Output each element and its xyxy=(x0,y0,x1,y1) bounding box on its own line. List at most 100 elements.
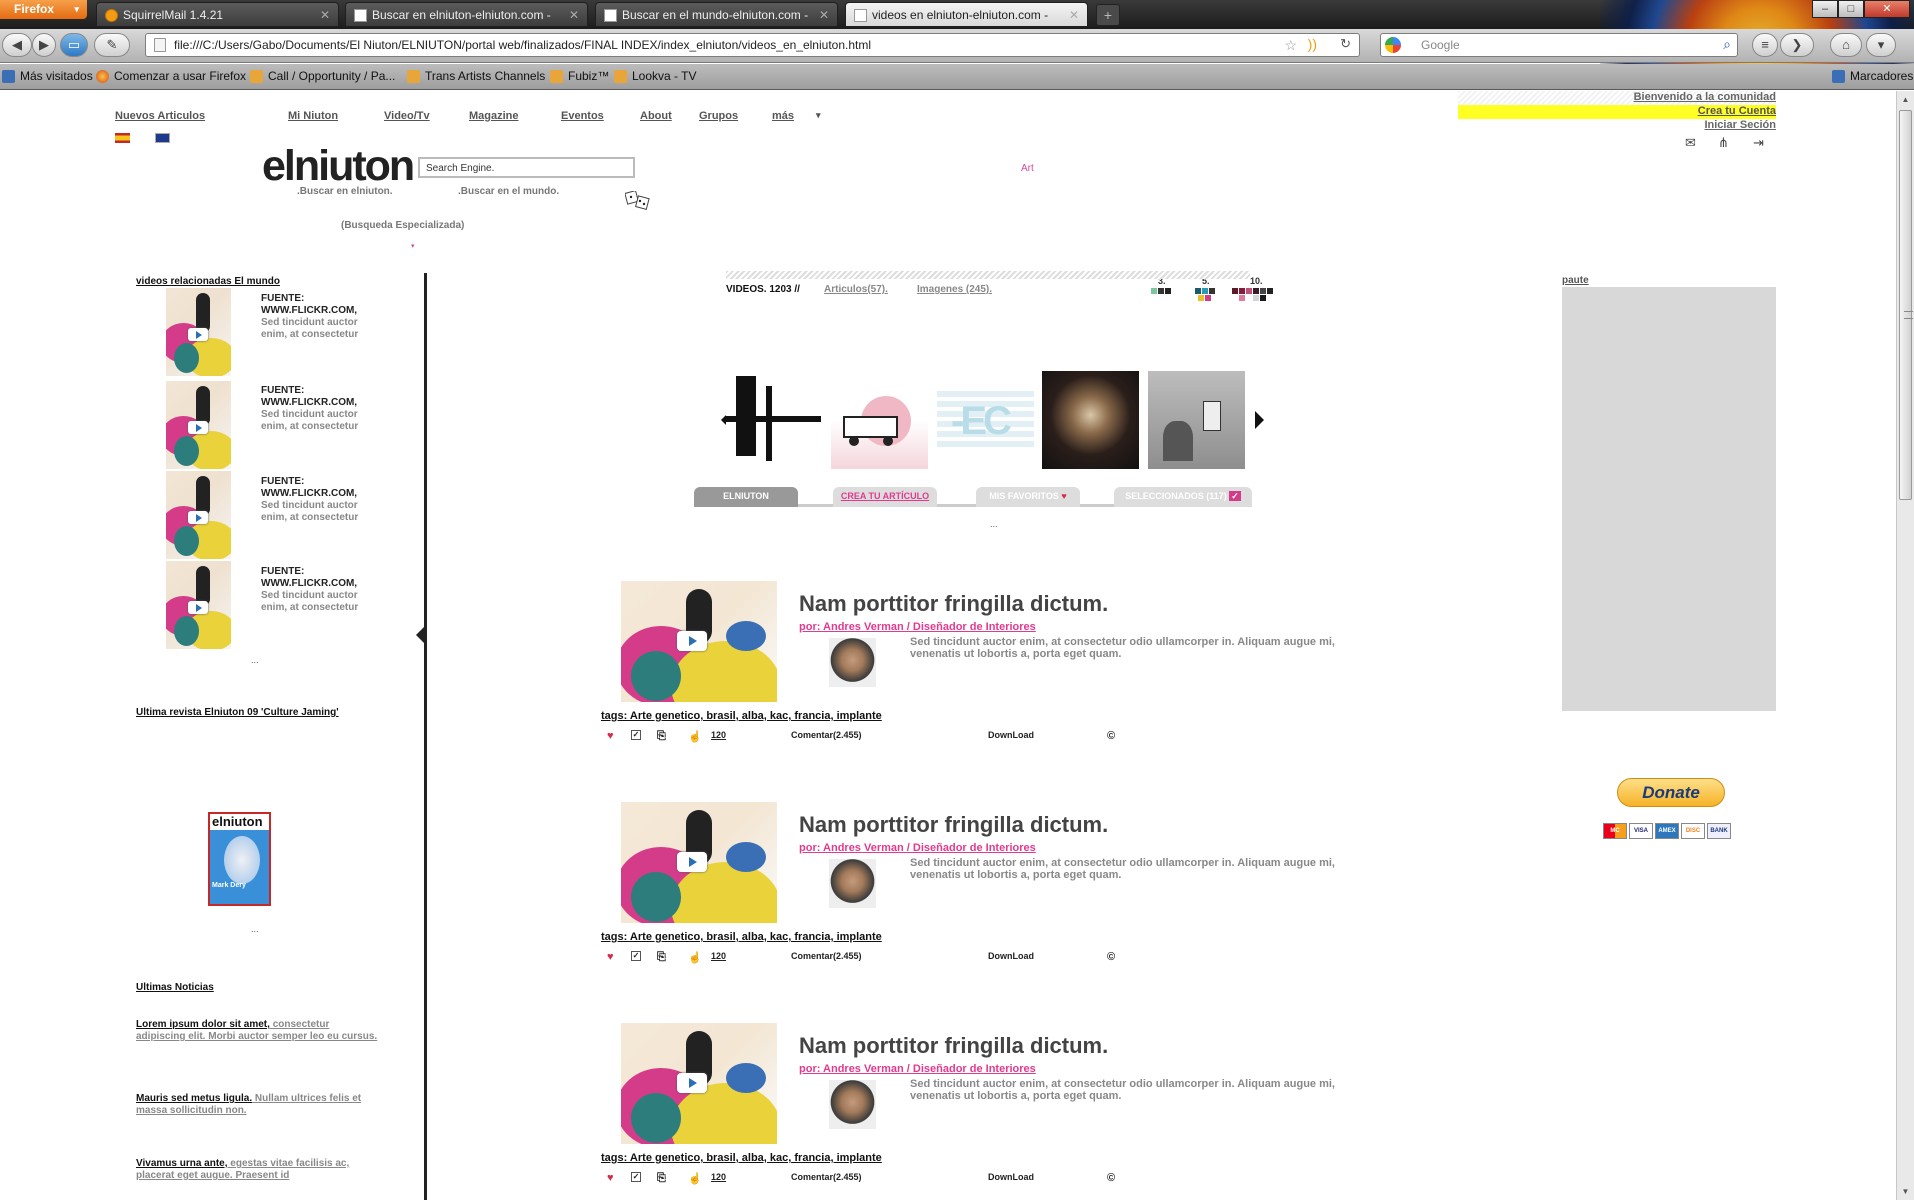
checkbox-icon[interactable]: ✓ xyxy=(631,730,641,740)
scroll-up-icon[interactable]: ▲ xyxy=(1897,91,1914,108)
download-link[interactable]: DownLoad xyxy=(988,951,1034,961)
ad-placeholder[interactable] xyxy=(1562,287,1776,711)
new-tab-button[interactable]: + xyxy=(1096,4,1120,26)
close-icon[interactable]: ✕ xyxy=(817,8,831,22)
article-tags[interactable]: tags: Arte genetico, brasil, alba, kac, … xyxy=(601,931,882,943)
tab-seleccionados[interactable]: SELECCIONADOS (117) ✓ xyxy=(1114,487,1252,507)
carousel-item[interactable] xyxy=(1148,371,1245,469)
thumbs-up-icon[interactable]: ☝ xyxy=(688,1172,702,1185)
close-window-button[interactable]: ✕ xyxy=(1864,0,1910,18)
busqueda-especializada-link[interactable]: (Busqueda Especializada) xyxy=(341,220,464,231)
author-avatar[interactable] xyxy=(829,859,876,908)
nav-grupos[interactable]: Grupos xyxy=(699,110,738,122)
article-author[interactable]: por: Andres Verman / Diseñador de Interi… xyxy=(799,842,1036,854)
article-tags[interactable]: tags: Arte genetico, brasil, alba, kac, … xyxy=(601,710,882,722)
color-swatch[interactable] xyxy=(1253,288,1259,294)
toolbar-more-icon[interactable]: ▾ xyxy=(1866,33,1896,57)
nav-about[interactable]: About xyxy=(640,110,672,122)
sitemap-icon[interactable]: ⋔ xyxy=(1718,135,1729,151)
mail-icon[interactable]: ✉ xyxy=(1685,135,1696,151)
carousel-item[interactable] xyxy=(1042,371,1139,469)
color-swatch[interactable] xyxy=(1260,295,1266,301)
heart-icon[interactable]: ♥ xyxy=(607,730,614,742)
article-thumbnail[interactable] xyxy=(621,1023,777,1144)
video-source[interactable]: FUENTE: WWW.FLICKR.COM, xyxy=(261,476,386,500)
login-link[interactable]: Iniciar Seción xyxy=(1458,119,1776,133)
news-item[interactable]: Lorem ipsum dolor sit amet, consectetur … xyxy=(136,1019,381,1043)
related-video-thumbnail[interactable] xyxy=(166,288,231,376)
site-search-input[interactable]: Art Search Engine. xyxy=(418,157,1034,178)
carousel-item[interactable] xyxy=(726,371,823,469)
nav-magazine[interactable]: Magazine xyxy=(469,110,519,122)
checkbox-icon[interactable]: ✓ xyxy=(631,1172,641,1182)
related-video-thumbnail[interactable] xyxy=(166,381,231,469)
spain-flag-icon[interactable] xyxy=(115,133,130,143)
donate-button[interactable]: Donate xyxy=(1617,778,1725,807)
news-headline[interactable]: Mauris sed metus ligula. xyxy=(136,1093,252,1104)
nav-mas[interactable]: más xyxy=(772,110,794,122)
carousel-next-icon[interactable] xyxy=(1255,411,1264,429)
close-icon[interactable]: ✕ xyxy=(1067,8,1081,22)
edit-icon[interactable]: ⎘ xyxy=(657,1172,666,1185)
nav-mi-niuton[interactable]: Mi Niuton xyxy=(288,110,338,122)
scroll-down-icon[interactable]: ▼ xyxy=(1897,1183,1914,1200)
related-video-thumbnail[interactable] xyxy=(166,471,231,559)
comment-link[interactable]: Comentar(2.455) xyxy=(791,1172,862,1182)
nav-video-tv[interactable]: Video/Tv xyxy=(384,110,430,122)
heart-icon[interactable]: ♥ xyxy=(607,1172,614,1184)
color-swatch[interactable] xyxy=(1205,295,1211,301)
news-headline[interactable]: Vivamus urna ante, xyxy=(136,1158,228,1169)
likes-count[interactable]: 120 xyxy=(711,951,726,961)
bookmark-mas-visitados[interactable]: Más visitados xyxy=(2,69,93,83)
tab-videos-elniuton[interactable]: videos en elniuton-elniuton.com - ✕ xyxy=(845,2,1088,27)
maximize-button[interactable]: □ xyxy=(1838,0,1864,18)
magazine-title[interactable]: Ultima revista Elniuton 09 'Culture Jami… xyxy=(136,707,339,718)
video-source[interactable]: FUENTE: WWW.FLICKR.COM, xyxy=(261,385,386,409)
carousel-item[interactable]: -EC xyxy=(937,371,1034,469)
dice-icon[interactable] xyxy=(625,191,651,211)
thumbs-up-icon[interactable]: ☝ xyxy=(688,730,702,743)
carousel-item[interactable] xyxy=(831,371,928,469)
reload-icon[interactable]: ↻ xyxy=(1340,36,1351,52)
search-icon[interactable]: ⌕ xyxy=(1723,36,1731,53)
news-item[interactable]: Mauris sed metus ligula. Nullam ultrices… xyxy=(136,1093,381,1117)
thumbs-up-icon[interactable]: ☝ xyxy=(688,951,702,964)
more-tabs-link[interactable]: ... xyxy=(990,519,998,529)
welcome-link[interactable]: Bienvenido a la comunidad xyxy=(1458,91,1776,105)
articles-link[interactable]: Articulos(57). xyxy=(824,284,888,295)
article-thumbnail[interactable] xyxy=(621,802,777,923)
more-magazine-link[interactable]: ... xyxy=(251,924,259,934)
download-link[interactable]: DownLoad xyxy=(988,1172,1034,1182)
likes-count[interactable]: 120 xyxy=(711,1172,726,1182)
bookmarks-menu[interactable]: Marcadores xyxy=(1832,69,1913,83)
magazine-cover[interactable]: elniuton Mark Dery xyxy=(208,812,271,906)
firefox-menu-button[interactable]: Firefox ▾ xyxy=(0,0,87,19)
address-bar[interactable]: file:///C:/Users/Gabo/Documents/El Niuto… xyxy=(145,33,1360,57)
article-title[interactable]: Nam porttitor fringilla dictum. xyxy=(799,812,1108,838)
buscar-elniuton-link[interactable]: .Buscar en elniuton. xyxy=(297,186,393,197)
tab-mis-favoritos[interactable]: MIS FAVORITOS ♥ xyxy=(976,487,1080,507)
color-swatch[interactable] xyxy=(1253,295,1259,301)
star-icon[interactable]: ☆ xyxy=(1284,37,1297,54)
bookmark-trans-artists[interactable]: Trans Artists Channels xyxy=(407,69,545,83)
color-swatch[interactable] xyxy=(1198,295,1204,301)
edit-icon[interactable]: ⎘ xyxy=(657,730,666,743)
related-video-thumbnail[interactable] xyxy=(166,561,231,649)
tab-buscar-elniuton[interactable]: Buscar en elniuton-elniuton.com - ✕ xyxy=(345,2,588,27)
images-link[interactable]: Imagenes (245). xyxy=(917,284,992,295)
page-scrollbar[interactable]: ▲ ▼ xyxy=(1896,91,1914,1200)
checkbox-icon[interactable]: ✓ xyxy=(631,951,641,961)
scrollbar-thumb[interactable] xyxy=(1899,110,1913,500)
more-videos-link[interactable]: ... xyxy=(251,655,259,665)
buscar-mundo-link[interactable]: .Buscar en el mundo. xyxy=(458,186,559,197)
article-author[interactable]: por: Andres Verman / Diseñador de Interi… xyxy=(799,1063,1036,1075)
comment-link[interactable]: Comentar(2.455) xyxy=(791,951,862,961)
comment-link[interactable]: Comentar(2.455) xyxy=(791,730,862,740)
article-title[interactable]: Nam porttitor fringilla dictum. xyxy=(799,591,1108,617)
site-logo[interactable]: elniuton xyxy=(262,145,415,188)
article-author[interactable]: por: Andres Verman / Diseñador de Interi… xyxy=(799,621,1036,633)
news-headline[interactable]: Lorem ipsum dolor sit amet, xyxy=(136,1019,270,1030)
copyright-icon[interactable]: © xyxy=(1107,951,1115,963)
copyright-icon[interactable]: © xyxy=(1107,1172,1115,1184)
related-videos-title[interactable]: videos relacionadas El mundo xyxy=(136,276,280,287)
